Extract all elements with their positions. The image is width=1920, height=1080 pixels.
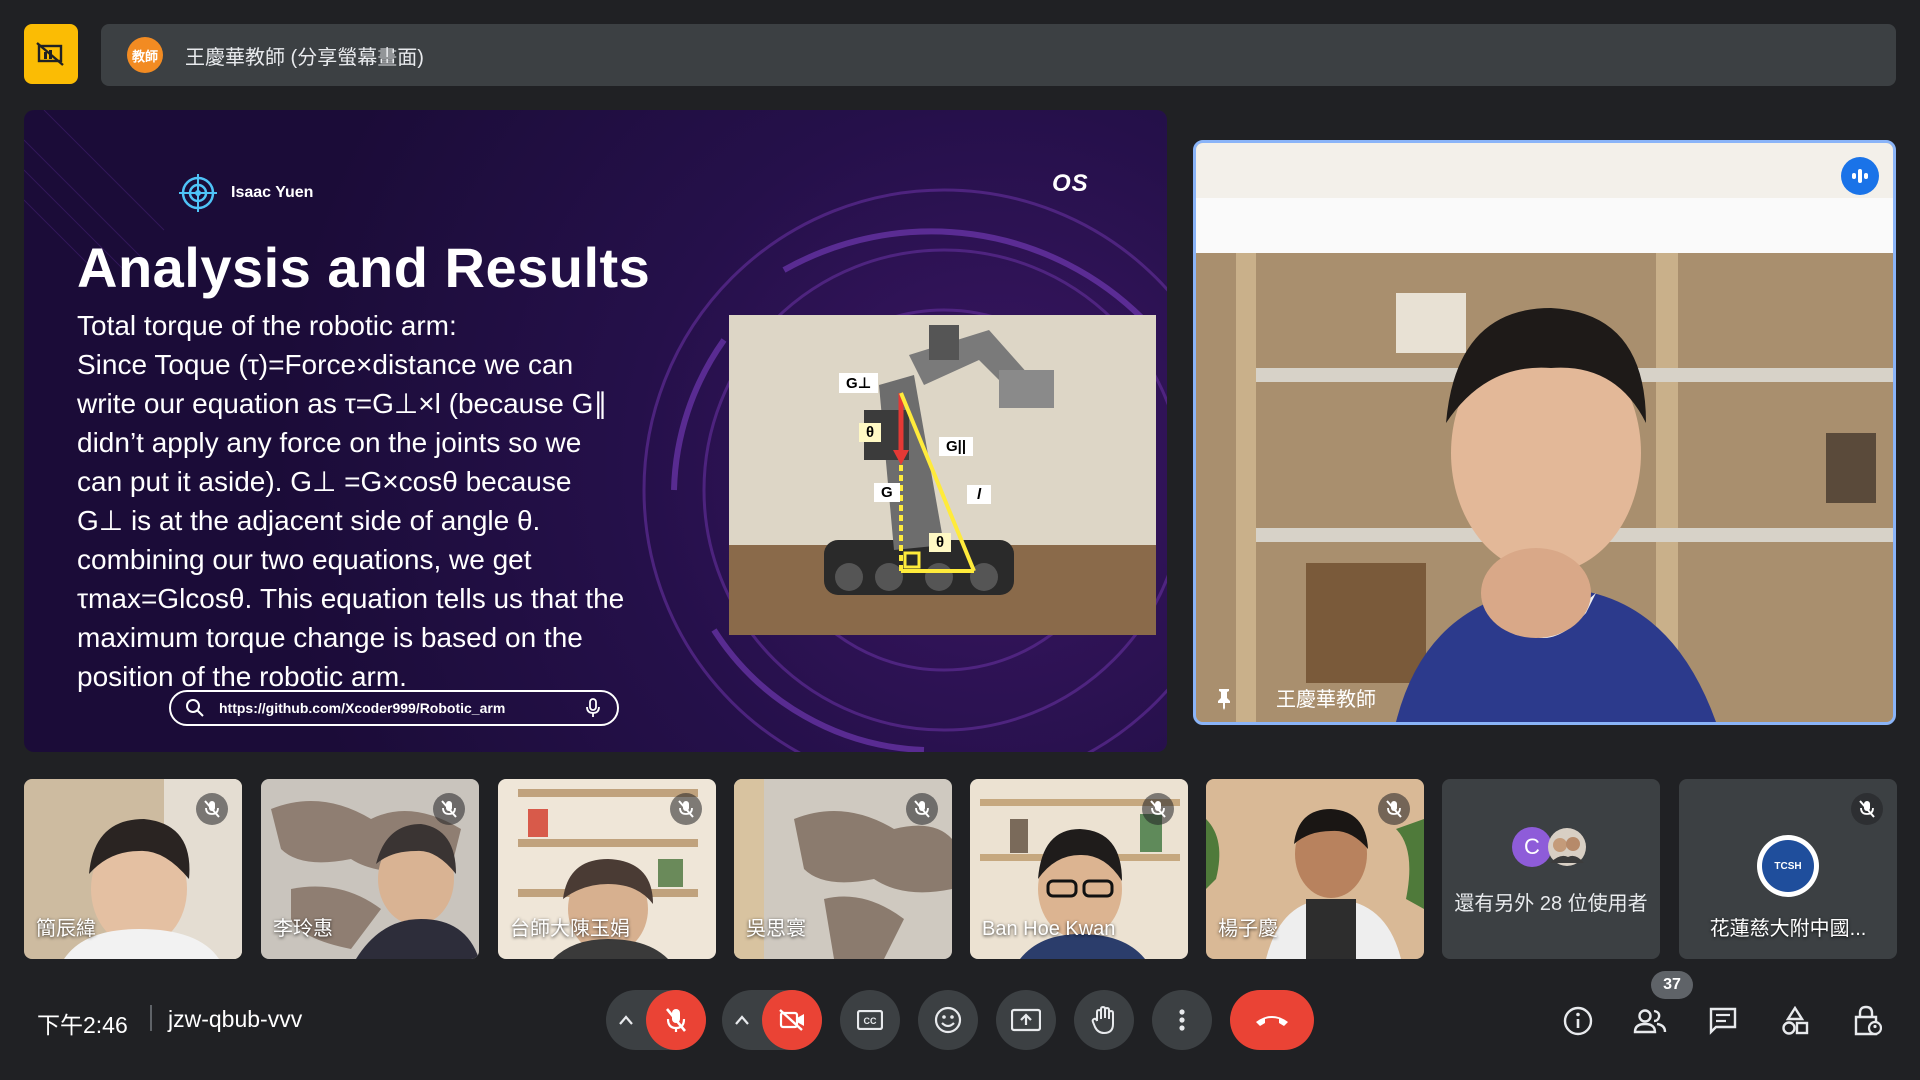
shapes-icon (1782, 1006, 1809, 1035)
meeting-code: jzw-qbub-vvv (168, 1006, 303, 1032)
diagram-label-theta-2: θ (929, 533, 952, 552)
mic-off-icon (1142, 793, 1174, 825)
presentation-bar: 教師 王慶華教師 (分享螢幕畫面) (101, 24, 1896, 86)
meeting-details-button[interactable] (1555, 998, 1601, 1044)
mic-off-icon (670, 793, 702, 825)
chat-button[interactable] (1700, 998, 1746, 1044)
people-button[interactable] (1627, 998, 1673, 1044)
participant-name: 王慶華教師 (1276, 689, 1376, 711)
emoji-icon (934, 1006, 962, 1034)
camera-toggle-button[interactable] (762, 990, 822, 1050)
mic-off-icon (1851, 793, 1883, 825)
diagram-label-g-parallel: G|| (939, 437, 974, 456)
shared-screen: Isaac Yuen OS Analysis and Results Total… (24, 110, 1167, 752)
hang-up-icon (1256, 1016, 1288, 1026)
mic-off-icon (1378, 793, 1410, 825)
svg-text:CC: CC (864, 1016, 877, 1026)
slide-body: Total torque of the robotic arm: Since T… (77, 306, 717, 696)
microphone-icon (586, 698, 600, 717)
slide-body-line: write our equation as τ=G⊥×l (because G∥ (77, 388, 608, 419)
participant-tile[interactable]: 李玲惠 (261, 779, 479, 959)
school-logo-text: TCSH (1762, 840, 1814, 892)
others-participants-tile[interactable]: C 還有另外 28 位使用者 (1442, 779, 1660, 959)
mic-off-icon (906, 793, 938, 825)
participant-tile[interactable]: 吳思寰 (734, 779, 952, 959)
slide-body-line: didn’t apply any force on the joints so … (77, 427, 582, 458)
school-logo: TCSH (1757, 835, 1819, 897)
participant-name: Ban Hoe Kwan (982, 918, 1116, 940)
participant-tile[interactable]: 簡辰緯 (24, 779, 242, 959)
lock-person-icon (1854, 1005, 1882, 1036)
participant-name: 楊子慶 (1218, 918, 1278, 940)
others-label: 還有另外 28 位使用者 (1454, 893, 1648, 915)
slide-body-line: τmax=Glcosθ. This equation tells us that… (77, 583, 625, 614)
host-controls-button[interactable] (1844, 998, 1890, 1044)
leave-call-button[interactable] (1230, 990, 1314, 1050)
target-logo-icon (179, 174, 217, 212)
mic-off-icon (433, 793, 465, 825)
mic-off-icon (196, 793, 228, 825)
presentation-title: 王慶華教師 (分享螢幕畫面) (185, 46, 424, 69)
slide-body-line: G⊥ is at the adjacent side of angle θ. (77, 505, 541, 536)
chevron-up-icon[interactable] (618, 1014, 634, 1026)
main-video-tile[interactable]: 王慶華教師 (1193, 140, 1896, 725)
slide-body-line: Total torque of the robotic arm: (77, 310, 457, 341)
diagram-label-theta: θ (859, 423, 882, 442)
avatar (1548, 828, 1586, 866)
slide-body-line: can put it aside). G⊥ =G×cosθ because (77, 466, 572, 497)
main-tile-name: 王慶華教師 (1212, 683, 1376, 712)
slide-body-line: combining our two equations, we get (77, 544, 532, 575)
slide-author: Isaac Yuen (179, 174, 313, 212)
meeting-clock: 下午2:46 (37, 1012, 128, 1038)
diagram-label-g-perp: G⊥ (839, 373, 879, 393)
slide-body-line: Since Toque (τ)=Force×distance we can (77, 349, 574, 380)
mic-off-icon (665, 1008, 687, 1032)
participant-tile[interactable]: 楊子慶 (1206, 779, 1424, 959)
participant-name: 花蓮慈大附中國... (1709, 918, 1867, 940)
activities-button[interactable] (1772, 998, 1818, 1044)
slide-search-bar: https://github.com/Xcoder999/Robotic_arm (169, 690, 619, 726)
closed-captions-icon: CC (857, 1010, 883, 1030)
participant-name: 李玲惠 (273, 918, 333, 940)
participant-tile[interactable]: Ban Hoe Kwan (970, 779, 1188, 959)
present-screen-button[interactable] (996, 990, 1056, 1050)
captions-button[interactable]: CC (840, 990, 900, 1050)
participant-tile[interactable]: 台師大陳玉娟 (498, 779, 716, 959)
slide-logo: OS (1052, 170, 1089, 197)
search-icon (186, 699, 204, 717)
robot-arm-photo: G⊥ θ G|| G l θ (729, 315, 1156, 635)
people-icon (1633, 1009, 1667, 1034)
participant-tile[interactable]: TCSH 花蓮慈大附中國... (1679, 779, 1897, 959)
present-screen-icon (1011, 1008, 1041, 1032)
presentation-indicator-button[interactable] (24, 24, 78, 84)
camera-control-group (722, 990, 822, 1050)
diagram-label-g: G (874, 483, 900, 502)
participant-count-badge: 37 (1651, 971, 1693, 999)
diagram-label-l: l (967, 485, 992, 504)
info-icon (1563, 1006, 1593, 1036)
raise-hand-button[interactable] (1074, 990, 1134, 1050)
participant-name: 簡辰緯 (36, 918, 96, 940)
participant-name: 吳思寰 (746, 918, 806, 940)
slide-search-url: https://github.com/Xcoder999/Robotic_arm (219, 700, 506, 716)
pin-icon (1218, 688, 1230, 710)
speaker-video (1196, 143, 1893, 722)
reactions-button[interactable] (918, 990, 978, 1050)
camera-off-icon (779, 1009, 804, 1031)
chat-icon (1709, 1007, 1737, 1035)
microphone-toggle-button[interactable] (646, 990, 706, 1050)
chevron-up-icon[interactable] (734, 1014, 750, 1026)
more-options-button[interactable] (1152, 990, 1212, 1050)
divider (150, 1005, 152, 1031)
presentation-off-icon (36, 42, 64, 66)
more-vert-icon (1179, 1009, 1185, 1031)
microphone-control-group (606, 990, 706, 1050)
participant-name: 台師大陳玉娟 (510, 918, 630, 940)
slide-body-line: maximum torque change is based on the (77, 622, 583, 653)
slide-title: Analysis and Results (77, 236, 651, 299)
presenter-avatar: 教師 (127, 37, 163, 73)
audio-level-icon (1841, 157, 1879, 195)
author-name: Isaac Yuen (231, 184, 314, 201)
hand-icon (1091, 1005, 1114, 1035)
